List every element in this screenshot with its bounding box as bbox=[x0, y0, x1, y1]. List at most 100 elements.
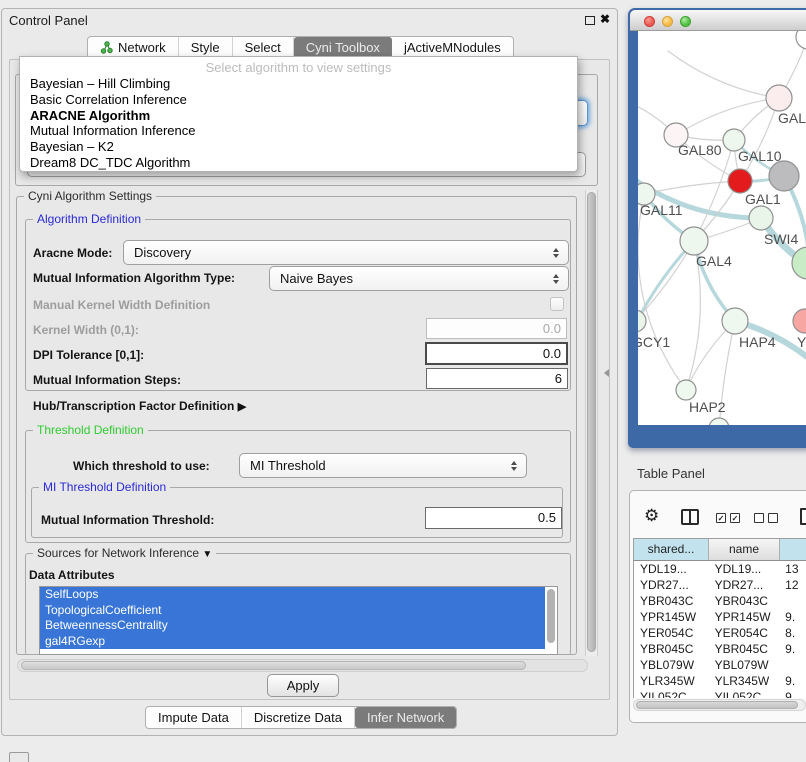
network-window-titlebar[interactable] bbox=[630, 10, 806, 31]
which-threshold-combo[interactable]: MI Threshold bbox=[239, 453, 527, 478]
network-node-gal4[interactable] bbox=[680, 227, 708, 255]
network-canvas[interactable]: GALGAL80GAL10GAL1GAL11SWI4GAL4GCY1HAP4YH… bbox=[638, 31, 806, 425]
table-cell: YDR27... bbox=[634, 577, 709, 593]
network-edge[interactable] bbox=[735, 321, 806, 386]
table-row[interactable]: YPR145WYPR145W9. bbox=[634, 609, 806, 625]
table-cell: YBR043C bbox=[634, 593, 709, 609]
aracne-mode-combo[interactable]: Discovery bbox=[123, 240, 569, 265]
split-columns-icon[interactable] bbox=[681, 509, 699, 525]
table-cell: YIL052C bbox=[709, 689, 780, 698]
table-row[interactable]: YIL052CYIL052C9 bbox=[634, 689, 806, 698]
deselect-all-icon[interactable] bbox=[754, 513, 764, 523]
page-icon[interactable] bbox=[800, 508, 806, 525]
dropdown-hint: Select algorithm to view settings bbox=[20, 60, 577, 76]
algorithm-option[interactable]: Mutual Information Inference bbox=[20, 123, 577, 139]
float-panel-icon[interactable] bbox=[585, 16, 595, 25]
mi-steps-field[interactable]: 6 bbox=[426, 368, 568, 389]
data-attributes-list[interactable]: SelfLoopsTopologicalCoefficientBetweenne… bbox=[39, 586, 558, 655]
manual-kernel-width-checkbox[interactable] bbox=[550, 297, 564, 311]
node-label: GAL bbox=[778, 110, 806, 126]
sources-group-title[interactable]: Sources for Network Inference ▼ bbox=[33, 546, 216, 560]
table-scroll-thumb[interactable] bbox=[636, 701, 798, 709]
attribute-list-item[interactable]: BetweennessCentrality bbox=[40, 618, 545, 634]
tab-style[interactable]: Style bbox=[179, 37, 233, 58]
node-label: GAL1 bbox=[745, 191, 781, 207]
table-cell: YER054C bbox=[634, 625, 709, 641]
table-row[interactable]: YBL079WYBL079W bbox=[634, 657, 806, 673]
dpi-tolerance-field[interactable]: 0.0 bbox=[425, 342, 568, 365]
table-horizontal-scrollbar[interactable] bbox=[633, 699, 806, 711]
network-node-hap4[interactable] bbox=[722, 308, 748, 334]
table-cell: YLR345W bbox=[709, 673, 780, 689]
table-row[interactable]: YER054CYER054C8. bbox=[634, 625, 806, 641]
select-all-icon-2[interactable]: ✓ bbox=[730, 513, 740, 523]
close-window-icon[interactable] bbox=[644, 16, 655, 27]
table-row[interactable]: YBR045CYBR045C9. bbox=[634, 641, 806, 657]
tab-select[interactable]: Select bbox=[233, 37, 294, 58]
mi-threshold-field[interactable]: 0.5 bbox=[425, 507, 562, 529]
algorithm-option[interactable]: ARACNE Algorithm bbox=[20, 108, 577, 124]
select-all-icon[interactable]: ✓ bbox=[716, 513, 726, 523]
horizontal-scroll-thumb[interactable] bbox=[21, 661, 526, 670]
aracne-mode-label: Aracne Mode: bbox=[33, 246, 112, 260]
zoom-window-icon[interactable] bbox=[680, 16, 691, 27]
kernel-width-field[interactable]: 0.0 bbox=[426, 318, 567, 339]
hub-definition-toggle[interactable]: Hub/Transcription Factor Definition ▶ bbox=[33, 399, 246, 413]
network-view-window: GALGAL80GAL10GAL1GAL11SWI4GAL4GCY1HAP4YH… bbox=[628, 8, 806, 448]
collapse-down-icon: ▼ bbox=[202, 549, 212, 560]
network-node-y[interactable] bbox=[793, 309, 806, 333]
network-edge[interactable] bbox=[638, 241, 694, 321]
table-cell bbox=[779, 657, 806, 673]
network-node-hap2[interactable] bbox=[676, 380, 696, 400]
attribute-list-item[interactable]: gal4RGexp bbox=[40, 634, 545, 650]
attribute-list-item[interactable]: SelfLoops bbox=[40, 587, 545, 603]
tab-jactivemnodules[interactable]: jActiveMNodules bbox=[392, 37, 513, 58]
algorithm-option[interactable]: Bayesian – K2 bbox=[20, 139, 577, 155]
table-cell: YER054C bbox=[709, 625, 780, 641]
network-edge[interactable] bbox=[638, 194, 686, 390]
attribute-list-item[interactable]: TopologicalCoefficient bbox=[40, 603, 545, 619]
apply-button[interactable]: Apply bbox=[267, 674, 339, 697]
app-root: Control Panel ✖ Network Style Select Cyn… bbox=[0, 0, 806, 762]
network-node[interactable] bbox=[709, 418, 729, 425]
table-row[interactable]: YDR27...YDR27...12 bbox=[634, 577, 806, 593]
mi-threshold-group-title: MI Threshold Definition bbox=[39, 480, 170, 494]
algorithm-option[interactable]: Dream8 DC_TDC Algorithm bbox=[20, 155, 577, 171]
tab-network[interactable]: Network bbox=[88, 37, 179, 58]
network-edge[interactable] bbox=[668, 51, 779, 98]
network-node[interactable] bbox=[796, 31, 806, 49]
column-header-shared-name[interactable]: shared... bbox=[634, 539, 709, 560]
network-node[interactable] bbox=[769, 161, 799, 191]
algorithm-option[interactable]: Bayesian – Hill Climbing bbox=[20, 76, 577, 92]
network-node-gal[interactable] bbox=[766, 85, 792, 111]
close-icon[interactable]: ✖ bbox=[600, 12, 610, 26]
table-row[interactable]: YDL19...YDL19...13 bbox=[634, 561, 806, 577]
panel-collapse-arrow-icon[interactable] bbox=[604, 369, 609, 377]
gear-icon[interactable]: ⚙ bbox=[644, 506, 659, 526]
threshold-definition-title: Threshold Definition bbox=[33, 423, 148, 437]
network-edge[interactable] bbox=[676, 98, 779, 135]
minimized-panel-icon[interactable] bbox=[9, 752, 29, 762]
vertical-scroll-thumb[interactable] bbox=[587, 192, 596, 652]
mi-algorithm-type-combo[interactable]: Naive Bayes bbox=[269, 266, 569, 291]
network-node-gal1[interactable] bbox=[728, 169, 752, 193]
network-node-gcy1[interactable] bbox=[638, 310, 646, 332]
tab-infer-network[interactable]: Infer Network bbox=[355, 707, 456, 728]
table-row[interactable]: YLR345WYLR345W9. bbox=[634, 673, 806, 689]
column-header-name[interactable]: name bbox=[709, 539, 780, 560]
settings-horizontal-scrollbar[interactable] bbox=[17, 659, 588, 672]
deselect-all-icon-2[interactable] bbox=[768, 513, 778, 523]
table-row[interactable]: YBR043CYBR043C bbox=[634, 593, 806, 609]
mi-steps-label: Mutual Information Steps: bbox=[33, 373, 181, 387]
tab-cyni-toolbox[interactable]: Cyni Toolbox bbox=[294, 37, 392, 58]
tab-discretize-data[interactable]: Discretize Data bbox=[242, 707, 355, 728]
tab-impute-data[interactable]: Impute Data bbox=[146, 707, 242, 728]
minimize-window-icon[interactable] bbox=[662, 16, 673, 27]
list-scrollbar[interactable] bbox=[547, 589, 555, 643]
algorithm-option[interactable]: Basic Correlation Inference bbox=[20, 92, 577, 108]
table-cell: YBR045C bbox=[634, 641, 709, 657]
network-node-swi4[interactable] bbox=[749, 206, 773, 230]
column-header-partial[interactable] bbox=[780, 539, 806, 560]
data-attributes-label: Data Attributes bbox=[29, 568, 115, 582]
settings-vertical-scrollbar[interactable] bbox=[585, 190, 598, 656]
